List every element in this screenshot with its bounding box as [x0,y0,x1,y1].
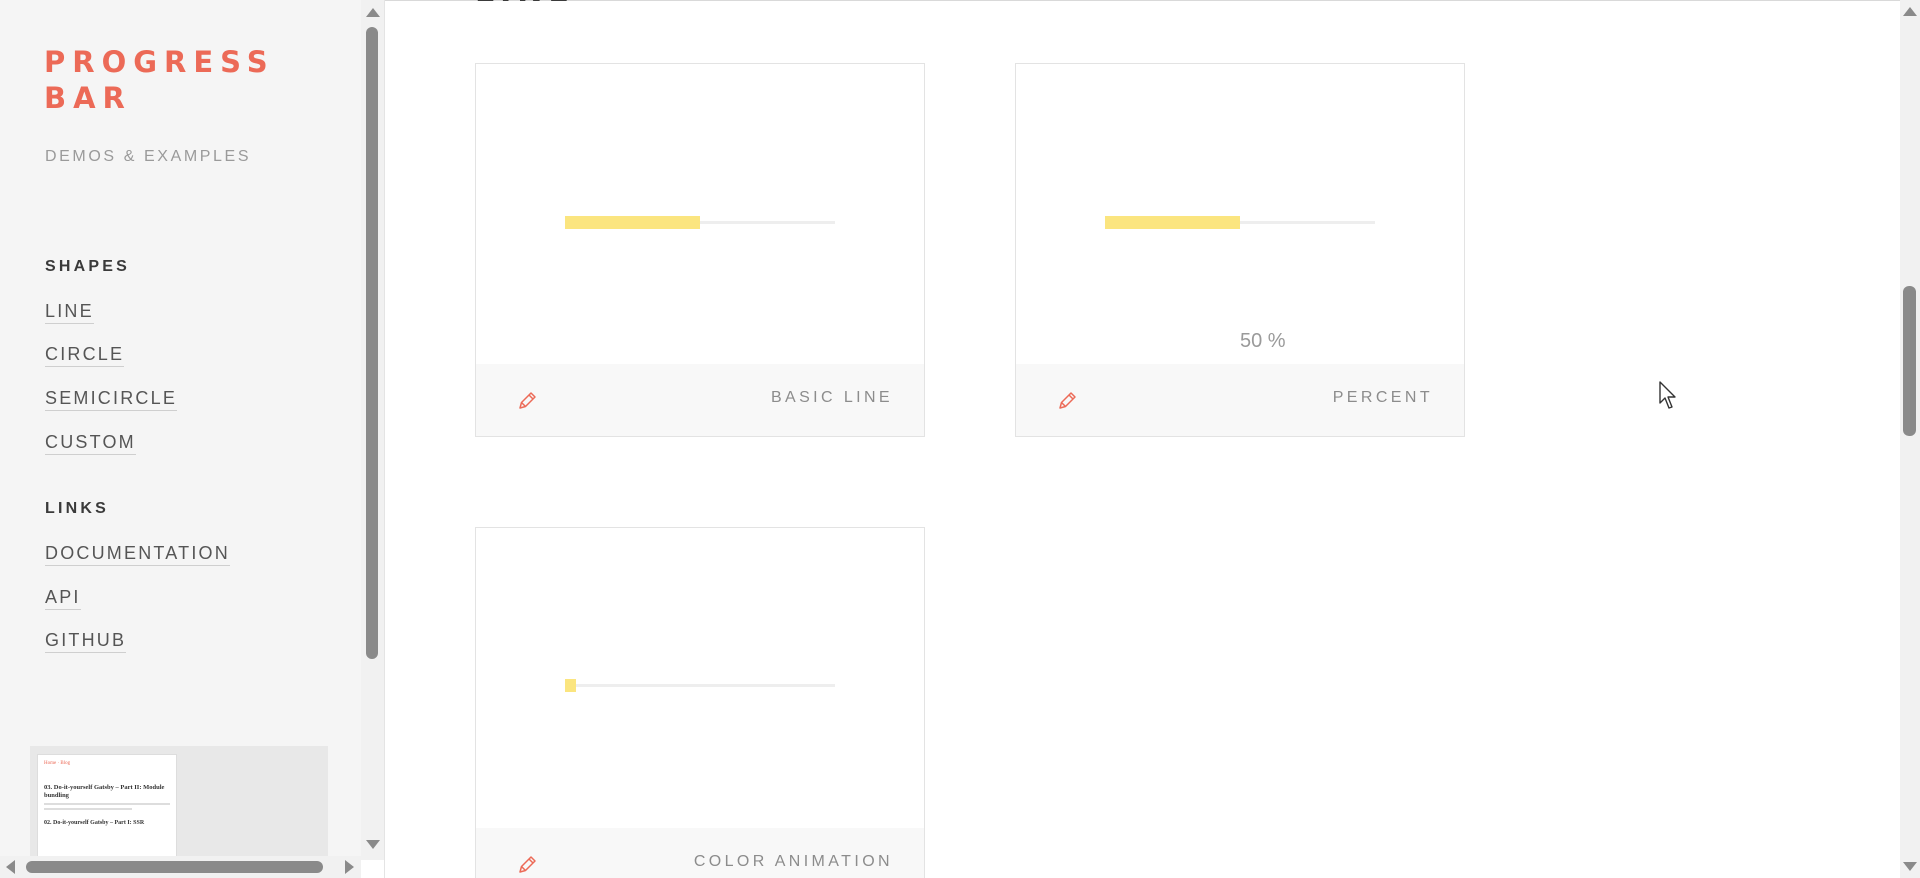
progress-fill [1105,216,1240,229]
demo-area [476,528,924,828]
nav-link-custom[interactable]: CUSTOM [45,431,136,455]
nav-link-github[interactable]: GITHUB [45,629,127,653]
scroll-right-arrow-icon[interactable] [345,860,354,874]
preview-thumbnail[interactable]: Home · Blog 03. Do-it-yourself Gatsby – … [30,746,328,856]
thumbnail-title-1: 03. Do-it-yourself Gatsby – Part II: Mod… [44,784,165,799]
demo-card-basic-line: BASIC LINE [475,63,925,437]
nav-link-api[interactable]: API [45,586,81,610]
scrollbar-thumb[interactable] [26,861,323,873]
demo-area: 50 % [1016,64,1464,364]
thumbnail-text-line [44,808,133,810]
demo-area [476,64,924,364]
card-footer: PERCENT [1016,364,1464,436]
pencil-icon[interactable] [1056,390,1078,412]
card-footer: COLOR ANIMATION [476,828,924,878]
demo-card-color-animation: COLOR ANIMATION [475,527,925,878]
main-content: LINE BASIC LINE 50 % [385,0,1900,878]
brand-tagline: DEMOS & EXAMPLES [45,148,252,165]
main-vertical-scrollbar[interactable] [1900,0,1920,878]
progress-track [1105,216,1375,229]
thumbnail-page: Home · Blog 03. Do-it-yourself Gatsby – … [37,754,177,856]
scrollbar-thumb[interactable] [366,27,378,659]
thumbnail-title-2: 02. Do-it-yourself Gatsby – Part I: SSR [44,820,145,826]
pencil-icon[interactable] [516,390,538,412]
progress-percent-text: 50 % [1240,330,1286,352]
card-label: PERCENT [1332,389,1433,406]
card-label: COLOR ANIMATION [693,853,893,870]
links-heading: LINKS [45,500,109,517]
scroll-down-arrow-icon[interactable] [366,840,380,849]
nav-link-circle[interactable]: CIRCLE [45,343,125,367]
card-label: BASIC LINE [770,389,893,406]
progress-fill [565,216,700,229]
brand-title[interactable]: PROGRESS BAR [44,44,284,116]
app-root: PROGRESS BAR DEMOS & EXAMPLES SHAPES LIN… [0,0,1920,878]
section-title: LINE [475,0,575,9]
nav-link-line[interactable]: LINE [45,300,94,324]
progress-track [565,216,835,229]
pencil-icon[interactable] [516,854,538,876]
sidebar: PROGRESS BAR DEMOS & EXAMPLES SHAPES LIN… [0,0,361,878]
scroll-up-arrow-icon[interactable] [366,8,380,17]
scroll-left-arrow-icon[interactable] [6,860,15,874]
progress-fill [565,679,576,692]
progress-track [565,679,835,692]
scroll-down-arrow-icon[interactable] [1903,862,1917,871]
thumbnail-text-line [44,803,170,805]
shapes-heading: SHAPES [45,258,130,275]
demo-card-percent: 50 % PERCENT [1015,63,1465,437]
scroll-up-arrow-icon[interactable] [1903,7,1917,16]
card-footer: BASIC LINE [476,364,924,436]
thumbnail-nav: Home · Blog [44,761,71,766]
nav-link-documentation[interactable]: DOCUMENTATION [45,542,230,566]
mouse-pointer-icon [1659,381,1681,411]
scrollbar-thumb[interactable] [1903,286,1916,436]
nav-link-semicircle[interactable]: SEMICIRCLE [45,387,178,411]
sidebar-horizontal-scrollbar[interactable] [0,856,361,878]
sidebar-vertical-scrollbar[interactable] [361,0,384,860]
